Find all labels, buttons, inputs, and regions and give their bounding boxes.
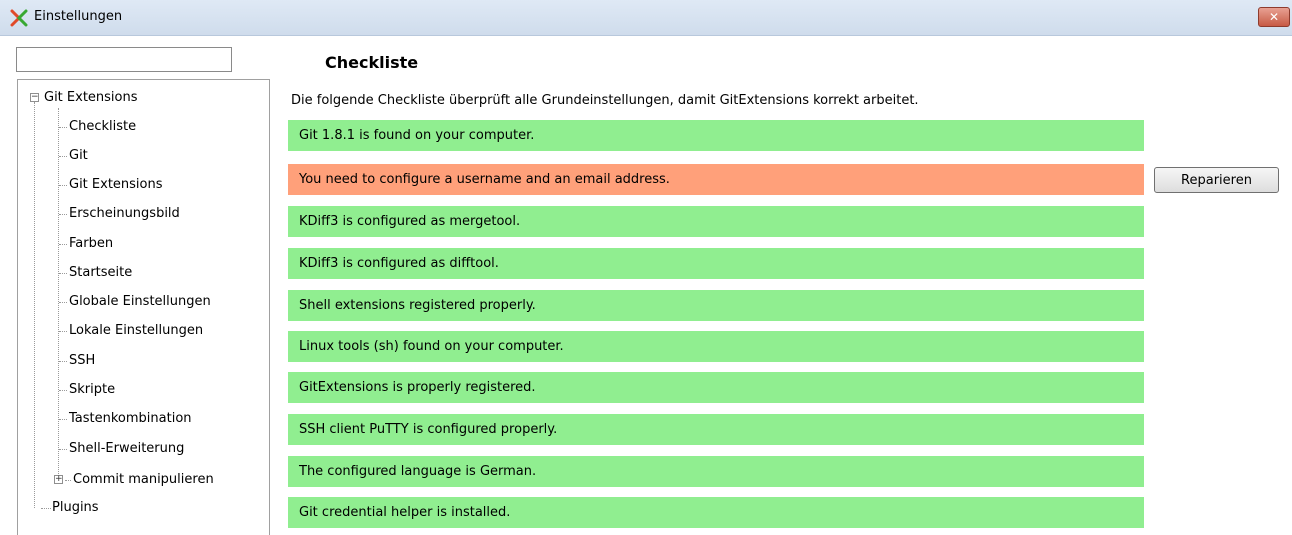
expand-icon[interactable]: + [54, 475, 63, 484]
tree-item-erscheinungsbild[interactable]: Erscheinungsbild [69, 199, 180, 228]
search-input[interactable] [16, 47, 232, 72]
settings-tree[interactable]: − Git Extensions Checkliste Git Git Exte… [17, 79, 270, 535]
page-title: Checkliste [325, 53, 419, 72]
tree-item-skripte[interactable]: Skripte [69, 375, 115, 404]
tree-connector [59, 156, 67, 157]
tree-connector [41, 508, 51, 509]
close-button[interactable]: ✕ [1258, 7, 1290, 27]
repair-button[interactable]: Reparieren [1154, 167, 1279, 193]
check-item-language: The configured language is German. [288, 456, 1144, 487]
tree-connector [59, 244, 67, 245]
check-item-git-version: Git 1.8.1 is found on your computer. [288, 120, 1144, 151]
tree-item-git-extensions[interactable]: Git Extensions [44, 83, 138, 112]
tree-item-farben[interactable]: Farben [69, 229, 113, 258]
close-icon: ✕ [1268, 10, 1280, 24]
collapse-icon[interactable]: − [30, 93, 39, 102]
tree-item-lokale-einstellungen[interactable]: Lokale Einstellungen [69, 316, 203, 345]
tree-item-git[interactable]: Git [69, 141, 88, 170]
tree-item-shell-erweiterung[interactable]: Shell-Erweiterung [69, 434, 184, 463]
title-bar: Einstellungen ✕ [0, 0, 1292, 36]
tree-item-commit-manipulieren[interactable]: Commit manipulieren [73, 465, 214, 494]
check-item-username-email: You need to configure a username and an … [288, 164, 1144, 195]
tree-item-ssh[interactable]: SSH [69, 346, 95, 375]
tree-connector [59, 127, 67, 128]
tree-connector [59, 214, 67, 215]
check-item-registration: GitExtensions is properly registered. [288, 372, 1144, 403]
tree-item-tastenkombination[interactable]: Tastenkombination [69, 404, 192, 433]
check-item-difftool: KDiff3 is configured as difftool. [288, 248, 1144, 279]
tree-item-globale-einstellungen[interactable]: Globale Einstellungen [69, 287, 211, 316]
check-item-ssh-client: SSH client PuTTY is configured properly. [288, 414, 1144, 445]
tree-connector [59, 390, 67, 391]
tree-connector [59, 302, 67, 303]
tree-connector [59, 361, 67, 362]
check-item-credential-helper: Git credential helper is installed. [288, 497, 1144, 528]
check-item-linux-tools: Linux tools (sh) found on your computer. [288, 331, 1144, 362]
tree-item-git-extensions-sub[interactable]: Git Extensions [69, 170, 163, 199]
tree-connector [59, 331, 67, 332]
tree-connector [59, 449, 67, 450]
tree-connector [34, 102, 35, 508]
tree-connector [59, 419, 67, 420]
tree-connector [59, 185, 67, 186]
window-title: Einstellungen [34, 9, 123, 24]
git-extensions-logo-icon [10, 9, 28, 27]
page-description: Die folgende Checkliste überprüft alle G… [291, 93, 919, 108]
tree-item-startseite[interactable]: Startseite [69, 258, 132, 287]
tree-connector [65, 480, 71, 481]
tree-connector [59, 273, 67, 274]
tree-item-plugins[interactable]: Plugins [52, 493, 99, 522]
check-item-mergetool: KDiff3 is configured as mergetool. [288, 206, 1144, 237]
check-item-shell-extensions: Shell extensions registered properly. [288, 290, 1144, 321]
tree-connector [58, 108, 59, 480]
tree-item-checkliste[interactable]: Checkliste [69, 112, 136, 141]
